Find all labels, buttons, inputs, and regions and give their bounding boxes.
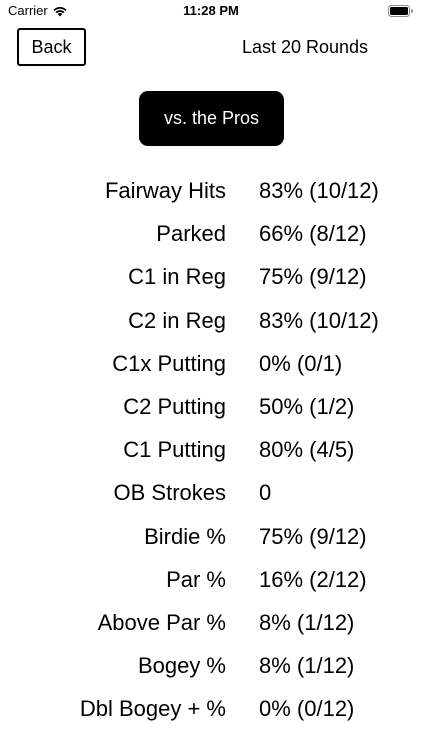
stat-row-c1-putting: C1 Putting 80% (4/5) bbox=[0, 429, 422, 472]
stat-row-c1-in-reg: C1 in Reg 75% (9/12) bbox=[0, 256, 422, 299]
stat-row-parked: Parked 66% (8/12) bbox=[0, 213, 422, 256]
stat-label: C2 Putting bbox=[123, 393, 226, 419]
stat-value: 8% (1/12) bbox=[259, 653, 355, 679]
stat-value: 8% (1/12) bbox=[259, 609, 355, 635]
stat-label: C1 Putting bbox=[123, 437, 226, 463]
status-bar: Carrier 11:28 PM bbox=[0, 0, 422, 24]
stat-label: C2 in Reg bbox=[128, 307, 226, 333]
stat-label: Above Par % bbox=[97, 609, 226, 635]
stat-row-c2-in-reg: C2 in Reg 83% (10/12) bbox=[0, 300, 422, 343]
stat-row-birdie: Birdie % 75% (9/12) bbox=[0, 516, 422, 559]
stat-row-par: Par % 16% (2/12) bbox=[0, 559, 422, 602]
stat-value: 0 bbox=[259, 480, 272, 506]
stat-row-fairway-hits: Fairway Hits 83% (10/12) bbox=[0, 170, 422, 213]
stat-row-bogey: Bogey % 8% (1/12) bbox=[0, 645, 422, 688]
status-time: 11:28 PM bbox=[183, 3, 239, 18]
stat-value: 66% (8/12) bbox=[259, 221, 367, 247]
stat-value: 16% (2/12) bbox=[259, 566, 367, 592]
stat-label: C1 in Reg bbox=[128, 264, 226, 290]
stat-label: Bogey % bbox=[137, 653, 226, 679]
stat-row-dbl-bogey: Dbl Bogey + % 0% (0/12) bbox=[0, 688, 422, 731]
stat-value: 0% (0/12) bbox=[259, 696, 355, 722]
stat-value: 0% (0/1) bbox=[259, 350, 343, 376]
stat-row-c1x-putting: C1x Putting 0% (0/1) bbox=[0, 343, 422, 386]
vs-pros-button[interactable]: vs. the Pros bbox=[139, 91, 284, 146]
stat-label: Fairway Hits bbox=[104, 178, 226, 203]
page-title: Last 20 Rounds bbox=[241, 37, 369, 57]
stats-screen: Carrier 11:28 PM Back Last 20 Rounds vs.… bbox=[0, 0, 422, 750]
stat-label: Dbl Bogey + % bbox=[79, 696, 226, 722]
stat-row-c2-putting: C2 Putting 50% (1/2) bbox=[0, 386, 422, 429]
stat-label: OB Strokes bbox=[113, 480, 226, 506]
stat-label: Par % bbox=[166, 566, 226, 592]
back-button[interactable]: Back bbox=[17, 28, 86, 66]
stat-value: 50% (1/2) bbox=[259, 393, 355, 419]
stat-label: Birdie % bbox=[144, 523, 226, 549]
battery-icon bbox=[388, 5, 413, 17]
stat-value: 75% (9/12) bbox=[259, 523, 367, 549]
stat-value: 75% (9/12) bbox=[259, 264, 367, 290]
stat-label: C1x Putting bbox=[112, 350, 226, 376]
stat-value: 83% (10/12) bbox=[259, 178, 379, 203]
stat-row-ob-strokes: OB Strokes 0 bbox=[0, 472, 422, 515]
stat-row-above-par: Above Par % 8% (1/12) bbox=[0, 602, 422, 645]
stat-label: Parked bbox=[156, 221, 226, 247]
stats-list: Fairway Hits 83% (10/12) Parked 66% (8/1… bbox=[0, 170, 422, 731]
stat-value: 80% (4/5) bbox=[259, 437, 355, 463]
stat-value: 83% (10/12) bbox=[259, 307, 379, 333]
